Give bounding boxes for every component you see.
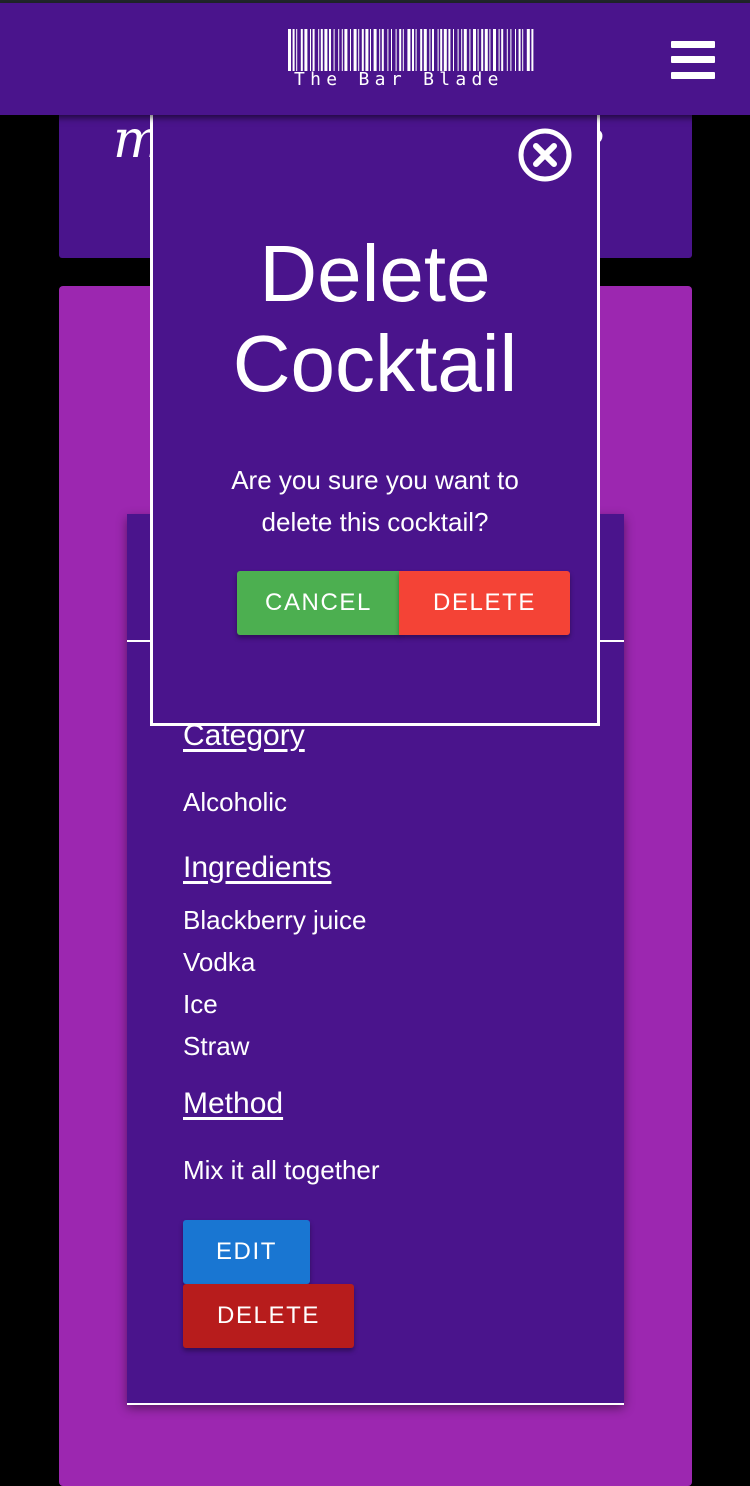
edit-button[interactable]: EDIT	[183, 1220, 310, 1284]
navbar: The Bar Blade	[0, 3, 750, 115]
ingredient-item: Ice	[183, 989, 218, 1019]
close-circle-icon[interactable]	[517, 127, 573, 183]
method-heading: Method	[183, 1087, 284, 1120]
cancel-button[interactable]: CANCEL	[237, 571, 400, 635]
delete-button[interactable]: DELETE	[183, 1284, 354, 1348]
divider	[127, 1403, 624, 1405]
delete-confirm-modal: Delete Cocktail Are you sure you want to…	[150, 100, 600, 726]
brand-text: The Bar Blade	[294, 69, 504, 90]
modal-message: Are you sure you want to delete this coc…	[193, 459, 557, 543]
modal-title-line: Delete	[259, 229, 491, 318]
confirm-delete-button[interactable]: DELETE	[399, 571, 570, 635]
ingredient-item: Blackberry juice	[183, 905, 367, 935]
method-text: Mix it all together	[183, 1155, 380, 1185]
modal-title: Delete Cocktail	[153, 229, 597, 409]
modal-title-line: Cocktail	[232, 319, 518, 408]
ingredients-heading: Ingredients	[183, 851, 332, 884]
brand-logo-link[interactable]: The Bar Blade	[288, 29, 538, 93]
category-value: Alcoholic	[183, 787, 288, 817]
hamburger-menu-icon[interactable]	[671, 41, 715, 79]
ingredient-item: Vodka	[183, 947, 256, 977]
barcode-logo-icon	[288, 29, 534, 71]
modal-message-line: delete this cocktail?	[261, 507, 489, 537]
ingredient-item: Straw	[183, 1031, 250, 1061]
modal-message-line: Are you sure you want to	[231, 465, 519, 495]
